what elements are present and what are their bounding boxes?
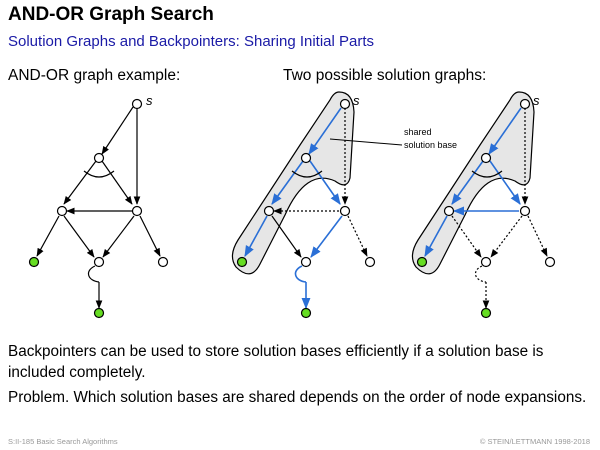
node-n5 [157,256,169,268]
node-n4 [300,256,312,268]
node-n4 [93,256,105,268]
paragraph-backpointers: Backpointers can be used to store soluti… [8,343,544,381]
edge-n3-n5-dotted [527,215,548,257]
node-n1 [93,152,105,164]
node-n5 [544,256,556,268]
edge-s-n1 [101,106,134,155]
and-or-graph-diagram: s s shared solution base s [28,91,556,319]
goal-node-1 [28,256,40,268]
example-graph: s [28,93,169,319]
edge-n1-n2 [63,160,97,205]
edge-n3-n4 [102,215,135,258]
footer-slide-id: S:II-185 Basic Search Algorithms [8,437,118,446]
edge-n1-n3 [101,160,133,205]
node-n5 [364,256,376,268]
edge-n3-n5 [139,215,161,257]
node-n2 [263,205,275,217]
goal-node-2 [480,307,492,319]
node-s [519,98,531,110]
node-n2 [56,205,68,217]
node-n3 [519,205,531,217]
node-n3 [131,205,143,217]
annotation-solution-base: solution base [404,140,457,150]
annotation-shared: shared [404,127,432,137]
node-n4 [480,256,492,268]
or-loop-n4-dotted [474,265,487,283]
edge-n2-g1 [36,215,60,257]
edge-n3-n4-dotted [490,215,523,258]
start-node-label: s [533,93,540,108]
or-loop-n4 [87,265,100,283]
paragraph-problem: Problem. Which solution bases are shared… [8,389,587,406]
solution-graph-1: s [231,91,376,319]
solution-graph-2: s [411,91,556,319]
goal-node-1 [416,256,428,268]
node-n3 [339,205,351,217]
node-s [339,98,351,110]
goal-node-2 [300,307,312,319]
start-node-label: s [353,93,360,108]
goal-node-1 [236,256,248,268]
solution-loop-n4 [294,265,307,283]
node-n1 [480,152,492,164]
edge-n3-n5-dotted [347,215,368,257]
goal-node-2 [93,307,105,319]
node-n2 [443,205,455,217]
node-s [131,98,143,110]
footer-copyright: © STEIN/LETTMANN 1998-2018 [479,437,590,446]
start-node-label: s [146,93,153,108]
edge-n2-n4 [271,215,302,258]
edge-n2-n4 [63,215,95,258]
solution-edge-n3-n4 [310,215,343,258]
node-n1 [300,152,312,164]
